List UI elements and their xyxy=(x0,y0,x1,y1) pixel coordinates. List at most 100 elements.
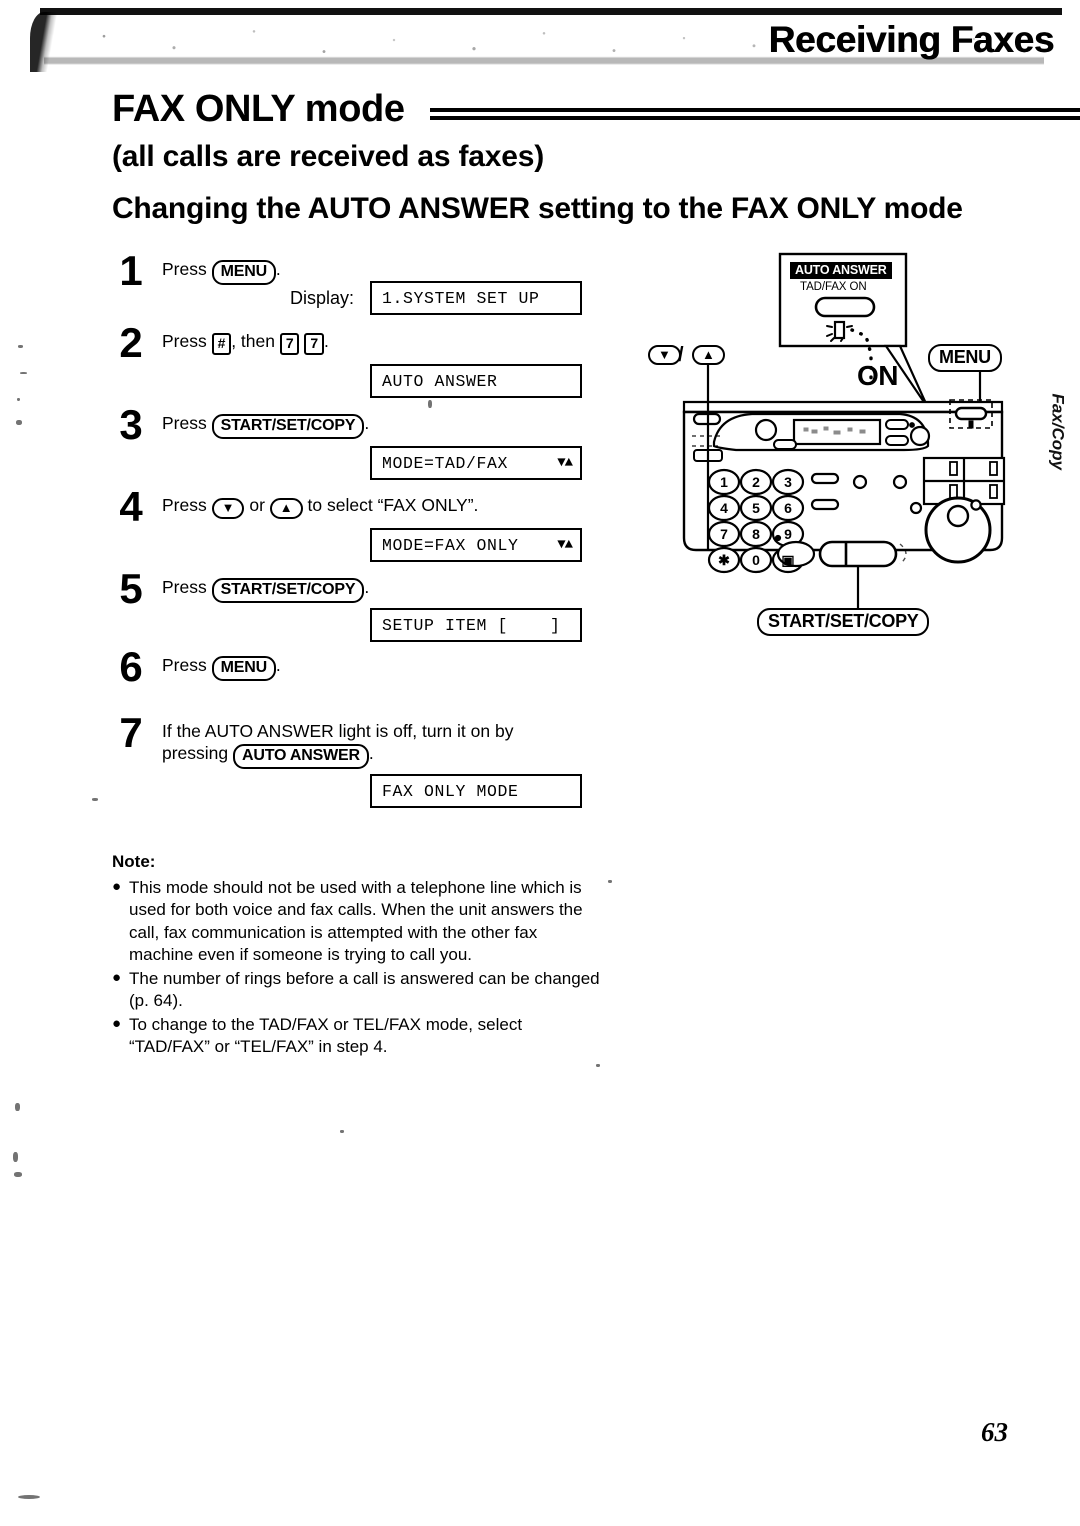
step-number: 6 xyxy=(119,643,143,690)
step-number: 3 xyxy=(119,401,143,448)
tad-fax-on-label: TAD/FAX ON xyxy=(800,281,867,293)
key-up-arrow[interactable]: ▲ xyxy=(269,498,303,519)
lcd-display: FAX ONLY MODE xyxy=(370,774,582,808)
step-text-after: . xyxy=(364,413,370,433)
step-instruction: Press MENU. xyxy=(162,252,608,285)
keypad-key-2[interactable]: 2 xyxy=(744,473,768,491)
keypad-key-9[interactable]: 9 xyxy=(776,525,800,543)
lcd-wrap-1: 1.SYSTEM SET UP xyxy=(370,281,582,315)
note-item-text: This mode should not be used with a tele… xyxy=(129,878,583,965)
lcd-text: FAX ONLY MODE xyxy=(382,781,519,801)
key-start-set-copy[interactable]: START/SET/COPY xyxy=(211,414,365,439)
keypad-key-8[interactable]: 8 xyxy=(744,525,768,543)
step-7: 7 If the AUTO ANSWER light is off, turn … xyxy=(108,709,608,824)
key-start-set-copy[interactable]: START/SET/COPY xyxy=(211,578,365,603)
note-item: ● To change to the TAD/FAX or TEL/FAX mo… xyxy=(112,1014,602,1059)
keypad-key-4[interactable]: 4 xyxy=(712,499,736,517)
step-5: 5 Press START/SET/COPY. SETUP ITEM [ ] xyxy=(108,565,608,648)
header-corner-artifact xyxy=(30,12,64,72)
scan-speck xyxy=(608,880,612,883)
step-text-before: Press xyxy=(162,655,207,675)
step-instruction: Press START/SET/COPY. xyxy=(162,406,608,439)
note-item: ● The number of rings before a call is a… xyxy=(112,968,602,1013)
lcd-display: MODE=TAD/FAX ▼▲ xyxy=(370,446,582,480)
scan-speck xyxy=(428,400,432,408)
step-number: 5 xyxy=(119,565,143,612)
lcd-wrap-4: MODE=FAX ONLY ▼▲ xyxy=(370,528,582,562)
note-block: Note: ● This mode should not be used wit… xyxy=(112,852,602,1060)
step-text-after: . xyxy=(275,259,281,279)
step-number: 7 xyxy=(119,709,143,756)
callout-key-start-set-copy[interactable]: START/SET/COPY xyxy=(757,608,930,636)
note-heading: Note: xyxy=(112,852,156,871)
lcd-wrap-7: FAX ONLY MODE xyxy=(370,774,582,808)
scan-speck xyxy=(18,1495,40,1499)
callout-key-down-arrow[interactable]: ▼ xyxy=(648,345,681,365)
scan-speck xyxy=(17,398,20,401)
note-item-text: The number of rings before a call is ans… xyxy=(129,968,600,1011)
step-text-before: Press xyxy=(162,259,207,279)
step-1: 1 Press MENU. Display: 1.SYSTEM SET UP xyxy=(108,247,608,324)
lcd-text: 1.SYSTEM SET UP xyxy=(382,288,540,308)
key-menu[interactable]: MENU xyxy=(211,656,276,681)
header-top-rule xyxy=(40,8,1062,15)
auto-answer-badge: AUTO ANSWER xyxy=(790,262,892,279)
scan-speck xyxy=(14,1172,22,1177)
bullet-icon: ● xyxy=(112,968,122,986)
keypad-key-7[interactable]: 7 xyxy=(712,525,736,543)
side-tab-label: Fax/Copy xyxy=(1049,393,1068,470)
step-text-after: . xyxy=(364,577,370,597)
key-seven-first[interactable]: 7 xyxy=(279,333,300,356)
page-header-band: Receiving Faxes xyxy=(30,8,1062,72)
keypad-key-6[interactable]: 6 xyxy=(776,499,800,517)
step-4: 4 Press ▼ or ▲ to select “FAX ONLY”. MOD… xyxy=(108,483,608,570)
lcd-arrows: ▼▲ xyxy=(557,455,573,471)
display-label: Display: xyxy=(290,288,355,308)
keypad-key-✱[interactable]: ✱ xyxy=(712,551,736,569)
key-down-arrow[interactable]: ▼ xyxy=(211,498,245,519)
step-text-after: . xyxy=(368,743,374,764)
callout-key-separator: / xyxy=(678,344,684,366)
step-text-before: Press xyxy=(162,413,207,433)
note-item: ● This mode should not be used with a te… xyxy=(112,877,602,967)
subtitle: (all calls are received as faxes) xyxy=(112,140,545,173)
title-double-rule xyxy=(430,107,1080,121)
step-2: 2 Press #, then 7 7. AUTO ANSWER xyxy=(108,319,608,406)
bullet-icon: ● xyxy=(112,1014,122,1032)
key-auto-answer[interactable]: AUTO ANSWER xyxy=(233,744,369,769)
keypad-key-5[interactable]: 5 xyxy=(744,499,768,517)
scan-speck xyxy=(340,1130,344,1133)
step-number: 1 xyxy=(119,247,143,294)
main-title-row: FAX ONLY mode xyxy=(112,88,1080,136)
scan-speck xyxy=(20,372,27,374)
key-menu[interactable]: MENU xyxy=(211,260,276,285)
lcd-text: MODE=TAD/FAX xyxy=(382,453,509,473)
on-label: ON xyxy=(857,360,899,391)
step-text-after: to select “FAX ONLY”. xyxy=(307,495,479,515)
step-text-mid: or xyxy=(249,495,265,515)
key-hash[interactable]: # xyxy=(211,333,232,356)
step-number: 2 xyxy=(119,319,143,366)
key-seven-second[interactable]: 7 xyxy=(304,333,324,356)
keypad-key-▣[interactable]: ▣ xyxy=(776,551,800,569)
step-number: 4 xyxy=(119,483,143,530)
lcd-wrap-2: AUTO ANSWER xyxy=(370,364,582,398)
step-instruction: Press ▼ or ▲ to select “FAX ONLY”. xyxy=(162,488,608,519)
scan-speck xyxy=(13,1152,18,1162)
step-text-before: Press xyxy=(162,577,207,597)
callout-key-menu[interactable]: MENU xyxy=(928,344,1002,372)
manual-page: Receiving Faxes FAX ONLY mode (all calls… xyxy=(0,0,1080,1526)
keypad-key-1[interactable]: 1 xyxy=(712,473,736,491)
lcd-display: 1.SYSTEM SET UP xyxy=(370,281,582,315)
scan-speck xyxy=(18,345,23,348)
step-3: 3 Press START/SET/COPY. MODE=TAD/FAX ▼▲ xyxy=(108,401,608,488)
bullet-icon: ● xyxy=(112,878,122,895)
step-text-after: . xyxy=(323,331,329,351)
lcd-text: SETUP ITEM [ ] xyxy=(382,615,561,635)
keypad-key-0[interactable]: 0 xyxy=(744,551,768,569)
section-title: Changing the AUTO ANSWER setting to the … xyxy=(112,192,963,225)
step-instruction: If the AUTO ANSWER light is off, turn it… xyxy=(162,714,582,769)
keypad-key-3[interactable]: 3 xyxy=(776,473,800,491)
step-text-before: Press xyxy=(162,331,207,351)
callout-key-up-arrow[interactable]: ▲ xyxy=(692,345,725,365)
